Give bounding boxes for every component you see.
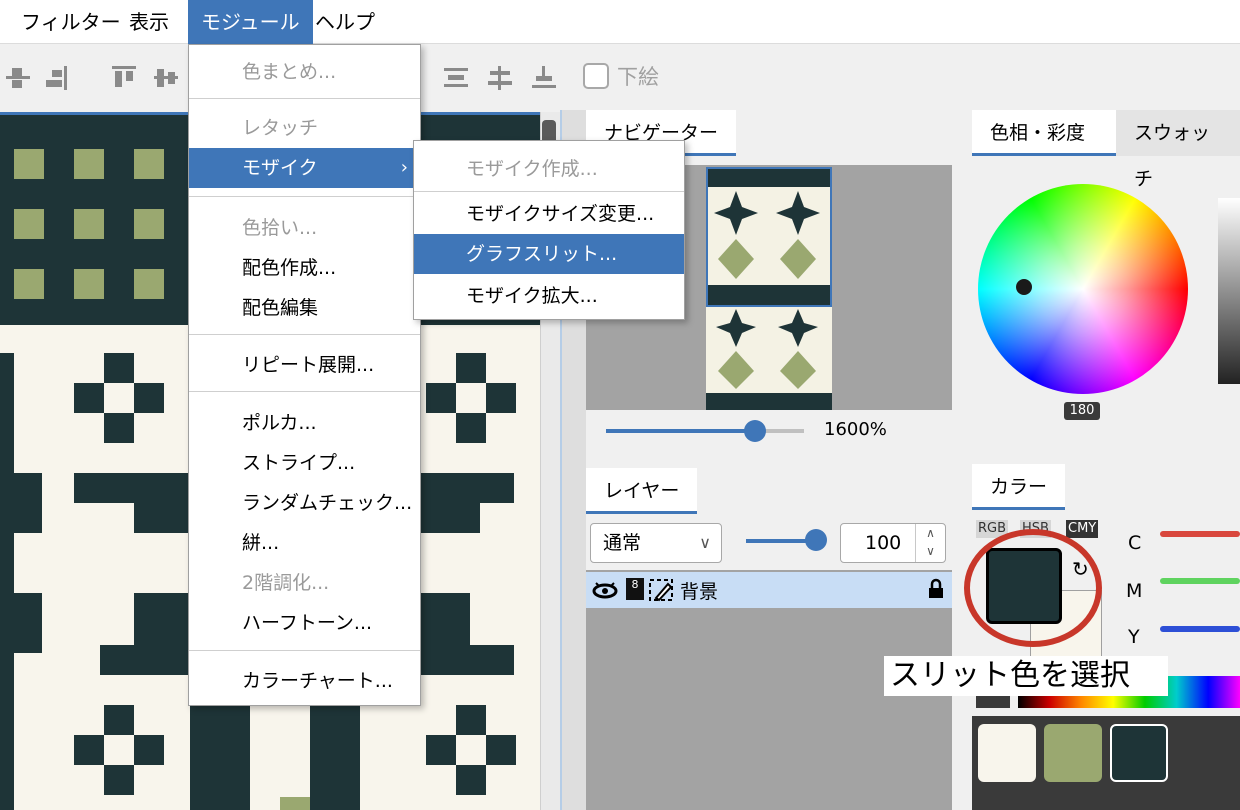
distribute-bottom-icon[interactable] xyxy=(532,66,558,90)
zoom-label: 1600% xyxy=(824,419,887,440)
channel-label-c: C xyxy=(1128,532,1142,554)
toolbar: 下絵 xyxy=(0,44,1240,110)
highlight-annotation-circle xyxy=(964,529,1102,647)
navigator-thumbnail xyxy=(706,167,832,410)
distribute-middle-icon[interactable] xyxy=(488,66,514,90)
menu-help[interactable]: ヘルプ xyxy=(302,0,388,44)
menu-item-retouch[interactable]: レタッチ xyxy=(189,108,420,148)
underlay-checkbox[interactable] xyxy=(583,63,609,89)
chevron-down-icon: ∨ xyxy=(699,533,711,552)
mode-tab-cmy[interactable]: CMY xyxy=(1066,520,1099,538)
align-center-horizontal-icon[interactable] xyxy=(6,66,32,90)
menu-item-polka[interactable]: ポルカ... xyxy=(189,403,420,443)
edit-pencil-icon[interactable] xyxy=(648,578,676,602)
submenu-item-mosaic-create[interactable]: モザイク作成... xyxy=(414,149,684,189)
lock-icon[interactable] xyxy=(928,578,944,600)
menu-separator xyxy=(189,334,420,335)
submenu-item-mosaic-enlarge[interactable]: モザイク拡大... xyxy=(414,276,684,316)
chevron-right-icon: › xyxy=(400,157,408,178)
menu-item-random-check[interactable]: ランダムチェック... xyxy=(189,483,420,523)
hue-picker-dot[interactable] xyxy=(1016,279,1032,295)
menu-separator xyxy=(189,650,420,651)
opacity-slider-track[interactable] xyxy=(746,539,810,543)
menu-item-mosaic[interactable]: モザイク › xyxy=(189,148,420,188)
mosaic-submenu: モザイク作成... モザイクサイズ変更... グラフスリット... モザイク拡大… xyxy=(413,140,685,320)
channel-label-m: M xyxy=(1126,580,1143,602)
module-menu: 色まとめ... レタッチ モザイク › 色拾い... 配色作成... 配色編集 … xyxy=(188,44,421,706)
opacity-stepper[interactable]: ∧ ∨ xyxy=(915,524,945,562)
layer-name: 背景 xyxy=(680,581,719,603)
tab-hue-saturation[interactable]: 色相・彩度 xyxy=(972,110,1116,156)
visibility-eye-icon[interactable] xyxy=(592,581,618,599)
menu-module[interactable]: モジュール xyxy=(188,0,313,44)
zoom-slider-rest xyxy=(760,429,804,433)
menu-item-mosaic-label: モザイク xyxy=(242,157,318,179)
callout-label: スリット色を選択 xyxy=(884,656,1168,696)
menu-separator xyxy=(189,196,420,197)
align-right-icon[interactable] xyxy=(44,66,70,90)
menu-separator xyxy=(189,391,420,392)
swatch-dark[interactable] xyxy=(1110,724,1168,782)
menu-item-posterize[interactable]: 2階調化... xyxy=(189,563,420,603)
menu-item-stripe[interactable]: ストライプ... xyxy=(189,443,420,483)
tab-layer[interactable]: レイヤー xyxy=(586,468,698,514)
hue-value-badge: 180 xyxy=(1064,402,1100,420)
channel-label-y: Y xyxy=(1128,626,1140,648)
menu-view[interactable]: 表示 xyxy=(116,0,182,44)
menu-item-color-chart[interactable]: カラーチャート... xyxy=(189,661,420,701)
menu-item-kasuri[interactable]: 絣... xyxy=(189,523,420,563)
blend-mode-select[interactable]: 通常 ∨ xyxy=(590,523,722,563)
opacity-slider-knob[interactable] xyxy=(805,529,827,551)
channel-slider-m[interactable] xyxy=(1160,578,1240,584)
align-top-icon[interactable] xyxy=(112,66,138,90)
layer-row-background[interactable]: 8 背景 xyxy=(586,572,952,608)
blend-mode-value: 通常 xyxy=(603,532,642,554)
menu-item-halftone[interactable]: ハーフトーン... xyxy=(189,603,420,643)
menu-item-palette-edit[interactable]: 配色編集 xyxy=(189,288,420,328)
menu-separator xyxy=(414,191,684,192)
swatch-green[interactable] xyxy=(1044,724,1102,782)
menu-filter[interactable]: フィルター xyxy=(8,0,134,44)
swatch-cream[interactable] xyxy=(978,724,1036,782)
menu-item-palette-create[interactable]: 配色作成... xyxy=(189,248,420,288)
menu-separator xyxy=(189,98,420,99)
opacity-value: 100 xyxy=(865,532,902,554)
distribute-top-icon[interactable] xyxy=(444,66,470,90)
menu-item-color-reduce[interactable]: 色まとめ... xyxy=(189,52,420,92)
lightness-bar[interactable] xyxy=(1218,198,1240,384)
align-middle-icon[interactable] xyxy=(154,66,180,90)
tab-swatches[interactable]: スウォッチ xyxy=(1116,110,1240,190)
underlay-label: 下絵 xyxy=(617,65,659,89)
submenu-item-mosaic-resize[interactable]: モザイクサイズ変更... xyxy=(414,194,684,234)
hue-wheel-saturation-overlay xyxy=(978,184,1188,394)
menu-item-color-pick[interactable]: 色拾い... xyxy=(189,208,420,248)
layer-badge-value: 8 xyxy=(631,578,639,591)
menu-item-repeat[interactable]: リピート展開... xyxy=(189,345,420,385)
menubar: フィルター 表示 モジュール ヘルプ xyxy=(0,0,1240,44)
channel-slider-c[interactable] xyxy=(1160,531,1240,537)
channel-slider-y[interactable] xyxy=(1160,626,1240,632)
opacity-input[interactable]: 100 ∧ ∨ xyxy=(840,523,946,563)
submenu-item-graph-slit[interactable]: グラフスリット... xyxy=(414,234,684,274)
zoom-slider-knob[interactable] xyxy=(744,420,766,442)
layer-bitdepth-badge: 8 xyxy=(626,578,644,600)
tab-color[interactable]: カラー xyxy=(972,464,1066,510)
